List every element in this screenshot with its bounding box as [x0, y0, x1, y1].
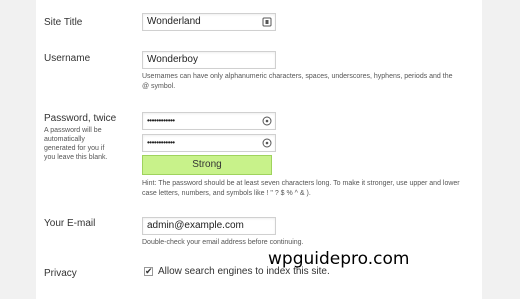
checkmark-icon: ✔	[145, 266, 153, 276]
password-value: ••••••••••••	[147, 116, 175, 125]
email-input[interactable]: admin@example.com	[142, 217, 276, 235]
site-title-value: Wonderland	[147, 16, 201, 27]
site-title-label: Site Title	[44, 17, 83, 28]
email-value: admin@example.com	[147, 220, 244, 231]
username-value: Wonderboy	[147, 54, 198, 65]
email-hint: Double-check your email address before c…	[142, 239, 304, 246]
password-confirm-input[interactable]: ••••••••••••	[142, 134, 276, 152]
password-hint: Hint: The password should be at least se…	[142, 180, 460, 197]
username-hint: Usernames can have only alphanumeric cha…	[142, 73, 453, 90]
search-engine-checkbox[interactable]: ✔	[144, 266, 153, 276]
key-icon	[262, 17, 272, 27]
lock-icon[interactable]	[262, 138, 272, 148]
password-label: Password, twice	[44, 113, 117, 124]
password-confirm-value: ••••••••••••	[147, 138, 175, 147]
watermark-text: wpguidepro.com	[268, 249, 410, 269]
lock-icon[interactable]	[262, 116, 272, 126]
privacy-label: Privacy	[44, 268, 77, 279]
email-label: Your E-mail	[44, 218, 96, 229]
site-title-input[interactable]: Wonderland	[142, 13, 276, 31]
password-input[interactable]: ••••••••••••	[142, 112, 276, 130]
username-label: Username	[44, 53, 91, 64]
username-input[interactable]: Wonderboy	[142, 51, 276, 69]
password-note: A password will be automatically generat…	[44, 127, 108, 161]
password-strength-indicator: Strong	[142, 155, 272, 175]
